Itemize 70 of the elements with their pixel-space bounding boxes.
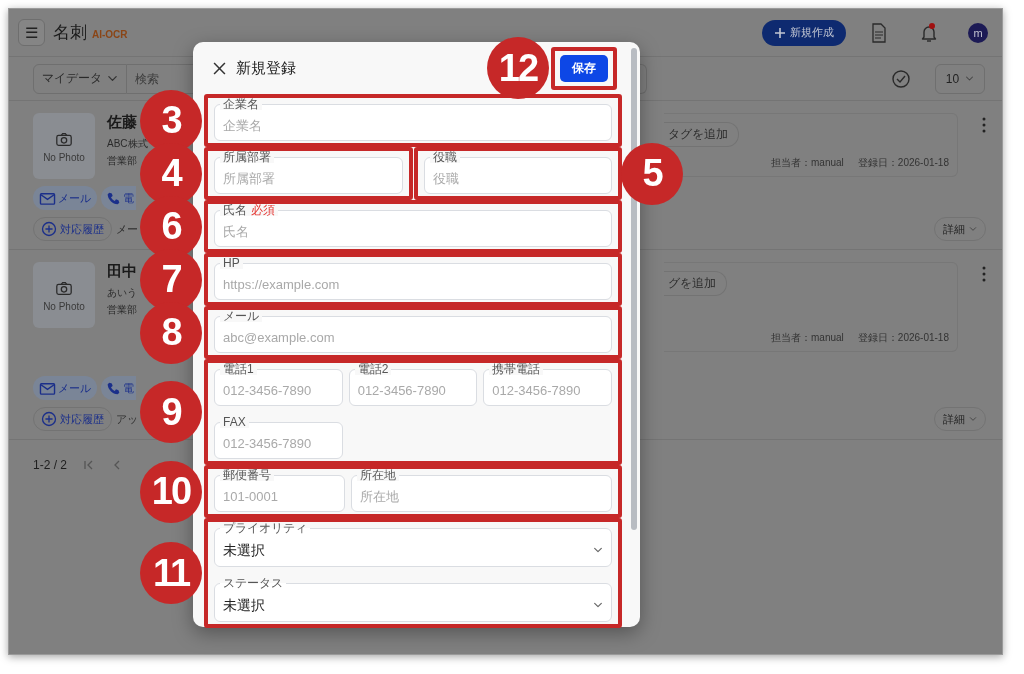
- field-label: FAX: [223, 416, 246, 428]
- field-label: 役職: [432, 151, 457, 163]
- chevron-down-icon: [969, 415, 977, 423]
- field-label: プライオリティ: [223, 521, 307, 535]
- select-value: 未選択: [223, 541, 266, 560]
- scrollbar[interactable]: [631, 48, 637, 530]
- field-label: 電話1: [223, 363, 254, 375]
- callout-marker: 9: [140, 381, 202, 443]
- contact-name: 佐藤: [107, 113, 138, 132]
- phone-button[interactable]: 電: [101, 376, 136, 400]
- field-label: 郵便番号: [223, 469, 271, 481]
- mail-button[interactable]: メール: [33, 186, 97, 210]
- department-text: 営業部: [107, 154, 138, 168]
- new-button[interactable]: 新規作成: [762, 19, 846, 46]
- photo-caption: No Photo: [43, 151, 85, 163]
- chevron-down-icon: [593, 545, 603, 555]
- contact-name: 田中: [107, 262, 137, 281]
- mail-icon: [39, 380, 56, 396]
- save-button[interactable]: 保存: [560, 54, 608, 82]
- more-icon[interactable]: [982, 266, 986, 282]
- owner-text: 担当者：manual: [771, 331, 844, 345]
- field-label: 携帯電話: [492, 363, 541, 375]
- menu-button[interactable]: ☰: [18, 19, 45, 46]
- phone-icon: [106, 190, 121, 206]
- company-name: あいう: [107, 286, 137, 300]
- phone-icon: [106, 380, 121, 396]
- registered-date: 登録日：2026-01-18: [857, 331, 949, 345]
- add-tag-button[interactable]: タグを追加: [664, 122, 739, 147]
- select-field[interactable]: ステータス 未選択: [214, 577, 612, 622]
- callout-marker: 10: [140, 460, 202, 523]
- more-icon[interactable]: [982, 117, 986, 133]
- phone-button[interactable]: 電: [101, 186, 136, 210]
- registered-date: 登録日：2026-01-18: [857, 156, 949, 170]
- department-text: 営業部: [107, 303, 137, 317]
- mail-button[interactable]: メール: [33, 376, 97, 400]
- owner-text: 担当者：manual: [771, 156, 844, 170]
- page-size-select[interactable]: 10: [935, 63, 985, 94]
- field-label: 所属部署: [223, 151, 271, 163]
- field-label: 企業名: [223, 98, 259, 110]
- document-icon[interactable]: [870, 22, 888, 43]
- note-text: メー: [116, 221, 138, 237]
- note-text: アッ: [116, 411, 138, 427]
- field-label: 電話2: [357, 363, 389, 375]
- dialog-title: 新規登録: [236, 58, 296, 78]
- callout-marker: 11: [140, 542, 202, 604]
- page-range: 1-2 / 2: [33, 458, 68, 472]
- chevron-down-icon: [969, 225, 977, 233]
- check-circle-icon[interactable]: [891, 68, 911, 89]
- callout-marker: 5: [621, 142, 683, 205]
- field-label: ステータス: [223, 576, 283, 590]
- app-subtitle: AI-OCR: [92, 28, 128, 40]
- plus-circle-icon: [41, 411, 57, 427]
- field-label: メール: [223, 310, 259, 322]
- plus-icon: [774, 26, 786, 39]
- add-tag-button[interactable]: グを追加: [664, 271, 727, 296]
- user-avatar[interactable]: m: [968, 22, 988, 43]
- select-field[interactable]: プライオリティ 未選択: [214, 522, 612, 567]
- callout-marker: 12: [487, 37, 549, 99]
- chevron-down-icon: [965, 74, 975, 83]
- scope-dropdown[interactable]: マイデータ: [33, 63, 127, 94]
- app-title: 名刺: [53, 22, 87, 44]
- field-label: HP: [223, 257, 240, 269]
- field-label: 所在地: [359, 469, 396, 481]
- plus-circle-icon: [41, 221, 57, 237]
- select-value: 未選択: [223, 596, 266, 615]
- chevron-down-icon: [593, 600, 603, 610]
- mail-icon: [39, 190, 56, 206]
- chevron-down-icon: [107, 73, 118, 84]
- close-icon[interactable]: [213, 61, 226, 75]
- photo-caption: No Photo: [43, 300, 85, 312]
